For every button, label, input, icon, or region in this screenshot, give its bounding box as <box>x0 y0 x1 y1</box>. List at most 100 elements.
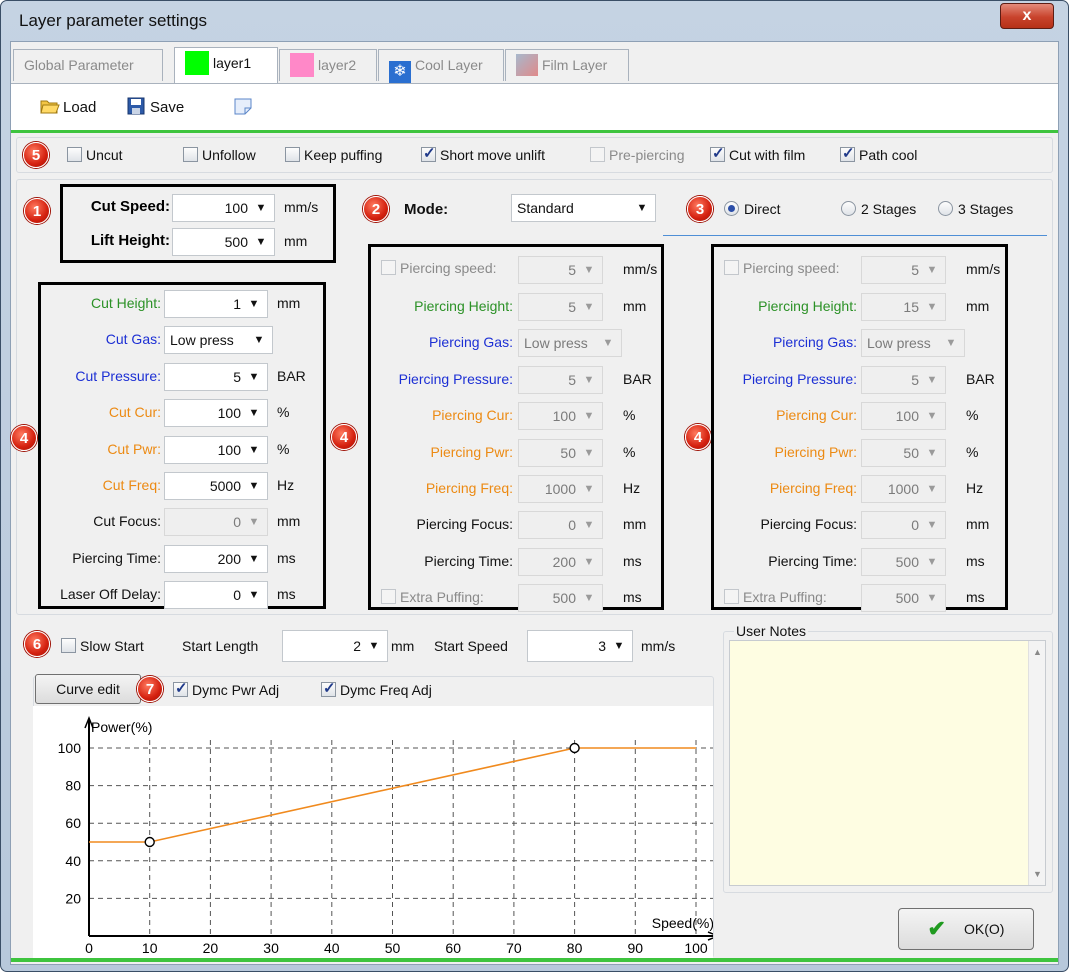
dropdown-arrow-icon[interactable]: ▼ <box>579 260 599 280</box>
dropdown-arrow-icon[interactable]: ▼ <box>251 232 271 252</box>
two-stages-radio[interactable]: 2 Stages <box>841 201 916 217</box>
cut-param-combo[interactable]: 100 ▼ <box>164 435 268 464</box>
piercing-param-combo[interactable]: Low press ▼ <box>861 329 965 358</box>
piercing-speed-combo[interactable]: 5 ▼ <box>518 256 603 284</box>
dropdown-arrow-icon[interactable]: ▼ <box>922 552 942 572</box>
radio-button[interactable] <box>938 201 953 216</box>
power-speed-chart[interactable]: 0 10 20 30 40 50 60 70 80 90 100 20 40 60 80 100 Power(%… <box>33 706 713 958</box>
piercing-param-combo[interactable]: 0 ▼ <box>861 511 946 540</box>
direct-radio[interactable]: Direct <box>724 201 781 217</box>
dropdown-arrow-icon[interactable]: ▼ <box>922 406 942 426</box>
checkbox-box[interactable] <box>724 589 739 605</box>
dropdown-arrow-icon[interactable]: ▼ <box>249 330 269 350</box>
notes-scrollbar[interactable]: ▲ ▼ <box>1028 641 1045 885</box>
close-button[interactable]: x <box>1000 3 1054 29</box>
dropdown-arrow-icon[interactable]: ▼ <box>609 636 629 656</box>
save-button[interactable]: Save <box>127 97 184 116</box>
tab-layer2[interactable]: layer2 <box>279 49 377 81</box>
checkbox-box[interactable] <box>321 679 336 697</box>
dropdown-arrow-icon[interactable]: ▼ <box>922 443 942 463</box>
cut-param-combo[interactable]: 100 ▼ <box>164 399 268 428</box>
checkbox-box[interactable] <box>61 638 76 653</box>
dropdown-arrow-icon[interactable]: ▼ <box>922 515 942 535</box>
dropdown-arrow-icon[interactable]: ▼ <box>922 479 942 499</box>
unfollow-checkbox[interactable]: Unfollow <box>183 147 256 163</box>
piercing-param-combo[interactable]: 200 ▼ <box>518 547 603 576</box>
dropdown-arrow-icon[interactable]: ▼ <box>244 403 264 423</box>
dymc-freq-adj-checkbox[interactable]: Dymc Freq Adj <box>321 679 432 698</box>
path-cool-checkbox[interactable]: Path cool <box>840 144 917 163</box>
piercing-param-combo[interactable]: 50 ▼ <box>861 438 946 467</box>
ok-button[interactable]: ✔ OK(O) <box>898 908 1034 950</box>
dropdown-arrow-icon[interactable]: ▼ <box>922 297 942 317</box>
tab-layer1[interactable]: layer1 <box>174 47 278 83</box>
piercing-param-combo[interactable]: 1000 ▼ <box>518 475 603 503</box>
uncut-checkbox[interactable]: Uncut <box>67 147 123 163</box>
cut-param-combo[interactable]: 0 ▼ <box>164 581 268 610</box>
dropdown-arrow-icon[interactable]: ▼ <box>579 297 599 317</box>
user-notes-textarea[interactable]: ▲ ▼ <box>729 640 1046 886</box>
curve-edit-button[interactable]: Curve edit <box>35 674 141 704</box>
dymc-pwr-adj-checkbox[interactable]: Dymc Pwr Adj <box>173 679 279 698</box>
piercing-param-combo[interactable]: 5 ▼ <box>518 365 603 394</box>
dropdown-arrow-icon[interactable]: ▼ <box>598 333 618 353</box>
dropdown-arrow-icon[interactable]: ▼ <box>579 443 599 463</box>
pre-piercing-checkbox[interactable]: Pre-piercing <box>590 147 684 163</box>
checkbox-box[interactable] <box>381 260 396 275</box>
tab-film-layer[interactable]: Film Layer <box>505 49 629 81</box>
checkbox-box[interactable] <box>421 144 436 162</box>
piercing-speed-checkbox[interactable]: Piercing speed: <box>724 260 840 276</box>
dropdown-arrow-icon[interactable]: ▼ <box>632 198 652 218</box>
piercing-param-combo[interactable]: 50 ▼ <box>518 438 603 467</box>
scroll-up-icon[interactable]: ▲ <box>1033 647 1042 657</box>
checkbox-box[interactable] <box>590 147 605 162</box>
extra-puffing-checkbox[interactable]: Extra Puffing: <box>724 589 827 605</box>
keep-puffing-checkbox[interactable]: Keep puffing <box>285 147 382 163</box>
extra-puffing-combo[interactable]: 500 ▼ <box>518 584 603 613</box>
checkbox-box[interactable] <box>381 589 396 605</box>
three-stages-radio[interactable]: 3 Stages <box>938 201 1013 217</box>
dropdown-arrow-icon[interactable]: ▼ <box>579 479 599 499</box>
checkbox-box[interactable] <box>710 144 725 162</box>
piercing-param-combo[interactable]: 5 ▼ <box>518 293 603 321</box>
cut-param-combo[interactable]: 5 ▼ <box>164 362 268 391</box>
radio-button[interactable] <box>724 201 739 216</box>
extra-puffing-combo[interactable]: 500 ▼ <box>861 584 946 613</box>
dropdown-arrow-icon[interactable]: ▼ <box>922 260 942 280</box>
dropdown-arrow-icon[interactable]: ▼ <box>579 588 599 608</box>
dropdown-arrow-icon[interactable]: ▼ <box>579 406 599 426</box>
checkbox-box[interactable] <box>840 144 855 162</box>
lift-height-combo[interactable]: 500 ▼ <box>172 228 275 256</box>
piercing-param-combo[interactable]: 500 ▼ <box>861 547 946 576</box>
checkbox-box[interactable] <box>724 260 739 275</box>
dropdown-arrow-icon[interactable]: ▼ <box>244 367 264 387</box>
notes-toolbar-button[interactable] <box>233 96 256 117</box>
dropdown-arrow-icon[interactable]: ▼ <box>244 549 264 569</box>
cut-param-combo[interactable]: 200 ▼ <box>164 544 268 573</box>
checkbox-box[interactable] <box>173 679 188 697</box>
dropdown-arrow-icon[interactable]: ▼ <box>579 515 599 535</box>
cut-param-combo[interactable]: 0 ▼ <box>164 508 268 537</box>
dropdown-arrow-icon[interactable]: ▼ <box>244 512 264 532</box>
dropdown-arrow-icon[interactable]: ▼ <box>922 588 942 608</box>
start-speed-combo[interactable]: 3 ▼ <box>527 630 633 662</box>
checkbox-box[interactable] <box>183 147 198 162</box>
dropdown-arrow-icon[interactable]: ▼ <box>922 370 942 390</box>
cut-param-combo[interactable]: 1 ▼ <box>164 290 268 318</box>
mode-select[interactable]: Standard ▼ <box>511 194 656 222</box>
short-move-unlift-checkbox[interactable]: Short move unlift <box>421 144 545 163</box>
piercing-param-combo[interactable]: 100 ▼ <box>861 402 946 431</box>
piercing-param-combo[interactable]: 1000 ▼ <box>861 475 946 503</box>
load-button[interactable]: Load <box>40 97 96 116</box>
piercing-param-combo[interactable]: Low press ▼ <box>518 329 622 358</box>
dropdown-arrow-icon[interactable]: ▼ <box>941 333 961 353</box>
cut-param-combo[interactable]: Low press ▼ <box>164 326 273 355</box>
dropdown-arrow-icon[interactable]: ▼ <box>251 198 271 218</box>
dropdown-arrow-icon[interactable]: ▼ <box>244 294 264 314</box>
dropdown-arrow-icon[interactable]: ▼ <box>244 585 264 605</box>
dropdown-arrow-icon[interactable]: ▼ <box>579 370 599 390</box>
radio-button[interactable] <box>841 201 856 216</box>
piercing-speed-checkbox[interactable]: Piercing speed: <box>381 260 497 276</box>
cut-param-combo[interactable]: 5000 ▼ <box>164 472 268 500</box>
cut-with-film-checkbox[interactable]: Cut with film <box>710 144 805 163</box>
